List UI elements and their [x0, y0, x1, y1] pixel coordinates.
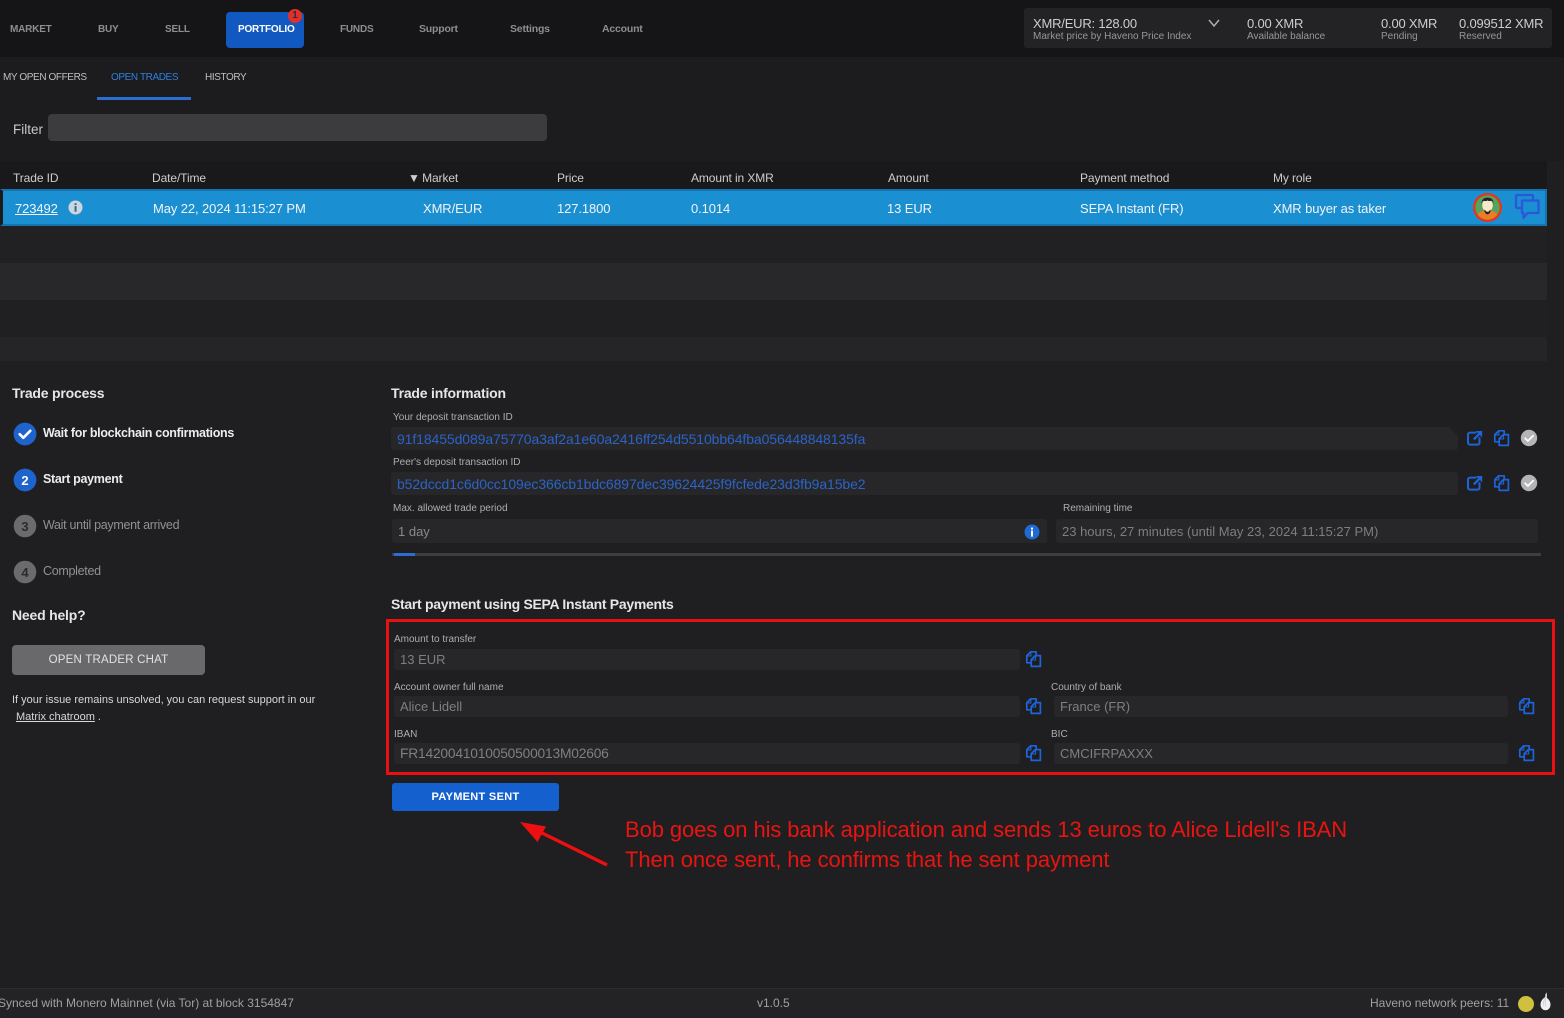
svg-text:2: 2 [21, 472, 28, 487]
svg-text:4: 4 [21, 564, 29, 579]
svg-text:3: 3 [21, 518, 28, 533]
